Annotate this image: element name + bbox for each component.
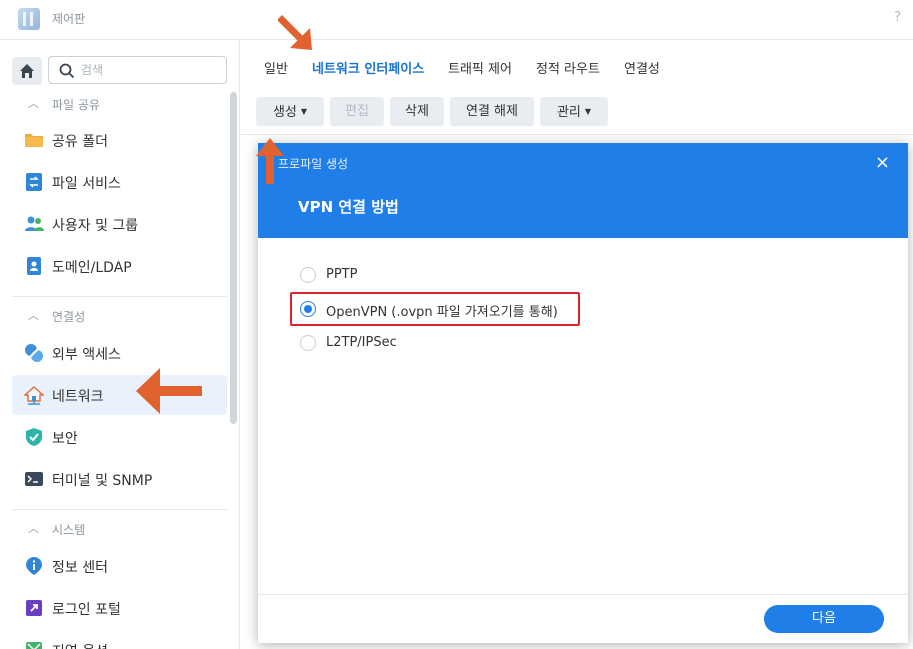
radio-option-pptp[interactable]: PPTP xyxy=(298,265,698,287)
tab-general[interactable]: 일반 xyxy=(264,58,288,77)
sidebar-item-label: 로그인 포털 xyxy=(52,602,121,618)
sidebar-item-label: 공유 폴더 xyxy=(52,134,108,150)
dialog-footer-divider xyxy=(258,594,908,595)
search-box[interactable] xyxy=(48,56,227,84)
folder-icon xyxy=(25,134,43,147)
sidebar-item-label: 터미널 및 SNMP xyxy=(52,473,153,489)
sidebar-item-file-services[interactable]: 파일 서비스 xyxy=(12,162,227,202)
annotation-highlight-box xyxy=(290,292,580,326)
annotation-arrow-down-right xyxy=(278,15,312,50)
group-label: 시스템 xyxy=(52,523,86,537)
table-header-line xyxy=(240,134,913,135)
manage-label: 관리 xyxy=(556,105,581,120)
sidebar-item-terminal-snmp[interactable]: 터미널 및 SNMP xyxy=(12,459,227,499)
sidebar-item-users-groups[interactable]: 사용자 및 그룹 xyxy=(12,204,227,244)
sidebar-item-label: 보안 xyxy=(52,431,78,447)
external-access-icon xyxy=(25,344,43,362)
sidebar-item-label: 정보 센터 xyxy=(52,560,108,576)
delete-button[interactable]: 삭제 xyxy=(390,97,444,126)
network-house-icon xyxy=(24,385,44,405)
sidebar-item-regional-options[interactable]: 지역 옵션 xyxy=(12,630,227,649)
radio-option-l2tp-ipsec[interactable]: L2TP/IPSec xyxy=(298,333,698,355)
radio-button[interactable] xyxy=(300,267,316,283)
window-title: 제어판 xyxy=(52,12,86,26)
delete-label: 삭제 xyxy=(405,104,429,119)
group-header-file-sharing[interactable]: ︿ 파일 공유 xyxy=(12,91,227,117)
group-label: 파일 공유 xyxy=(52,98,100,112)
next-button[interactable]: 다음 xyxy=(764,605,884,633)
sidebar: ︿ 파일 공유 공유 폴더 파일 서비스 사용자 및 그룹 도메인/LDAP ︿… xyxy=(0,40,240,649)
tab-bar: 일반 네트워크 인터페이스 트래픽 제어 정적 라우트 연결성 xyxy=(240,40,913,90)
home-icon xyxy=(20,64,34,78)
sidebar-divider xyxy=(12,296,227,297)
annotation-arrow-left xyxy=(136,368,202,414)
sidebar-item-label: 사용자 및 그룹 xyxy=(52,218,139,234)
chevron-up-icon: ︿ xyxy=(28,309,39,322)
sidebar-item-label: 파일 서비스 xyxy=(52,176,121,192)
domain-icon xyxy=(27,257,41,275)
search-icon xyxy=(59,63,75,79)
chevron-up-icon: ︿ xyxy=(28,97,39,110)
dialog-title: VPN 연결 방법 xyxy=(298,198,399,216)
radio-button[interactable] xyxy=(300,335,316,351)
radio-label: PPTP xyxy=(326,267,358,282)
sidebar-scrollbar[interactable] xyxy=(230,92,237,424)
home-button[interactable] xyxy=(12,57,42,85)
tab-connectivity[interactable]: 연결성 xyxy=(624,58,660,77)
sidebar-item-label: 외부 액세스 xyxy=(52,347,121,363)
annotation-arrow-up xyxy=(256,138,284,184)
regional-options-icon xyxy=(26,642,42,649)
group-header-connectivity[interactable]: ︿ 연결성 xyxy=(12,303,227,329)
dialog-header: 프로파일 생성 × VPN 연결 방법 xyxy=(258,143,908,238)
toolbar: 생성 ▼ 편집 삭제 연결 해제 관리 ▼ xyxy=(240,97,913,127)
edit-button[interactable]: 편집 xyxy=(330,97,384,126)
radio-label: L2TP/IPSec xyxy=(326,335,397,350)
sidebar-item-login-portal[interactable]: 로그인 포털 xyxy=(12,588,227,628)
sidebar-item-security[interactable]: 보안 xyxy=(12,417,227,457)
sidebar-divider xyxy=(12,509,227,510)
manage-dropdown-button[interactable]: 관리 ▼ xyxy=(540,97,608,126)
info-icon xyxy=(26,557,42,575)
sidebar-item-label: 네트워크 xyxy=(52,389,104,405)
group-label: 연결성 xyxy=(52,310,86,324)
create-dropdown-button[interactable]: 생성 ▼ xyxy=(256,97,324,126)
create-profile-dialog: 프로파일 생성 × VPN 연결 방법 PPTP OpenVPN (.ovpn … xyxy=(258,143,908,643)
sidebar-item-domain-ldap[interactable]: 도메인/LDAP xyxy=(12,246,227,286)
group-header-system[interactable]: ︿ 시스템 xyxy=(12,516,227,542)
disconnect-label: 연결 해제 xyxy=(466,104,518,119)
caret-down-icon: ▼ xyxy=(300,107,308,116)
title-bar: 제어판 ? xyxy=(0,0,913,40)
edit-label: 편집 xyxy=(345,104,369,119)
sidebar-item-shared-folder[interactable]: 공유 폴더 xyxy=(12,120,227,160)
caret-down-icon: ▼ xyxy=(584,107,592,116)
tab-network-interface[interactable]: 네트워크 인터페이스 xyxy=(312,58,424,77)
sidebar-item-info-center[interactable]: 정보 센터 xyxy=(12,546,227,586)
sidebar-item-label: 지역 옵션 xyxy=(52,641,108,649)
create-label: 생성 xyxy=(272,105,297,120)
sidebar-item-label: 도메인/LDAP xyxy=(52,260,132,276)
file-services-icon xyxy=(26,173,42,191)
control-panel-app-icon xyxy=(18,8,40,30)
tab-traffic-control[interactable]: 트래픽 제어 xyxy=(448,58,512,77)
disconnect-button[interactable]: 연결 해제 xyxy=(450,97,534,126)
search-input[interactable] xyxy=(81,61,221,79)
login-portal-icon xyxy=(26,600,42,616)
users-icon xyxy=(25,216,44,231)
tab-static-route[interactable]: 정적 라우트 xyxy=(536,58,600,77)
close-icon[interactable]: × xyxy=(875,152,890,173)
dialog-subtitle: 프로파일 생성 xyxy=(278,157,349,171)
shield-icon xyxy=(26,428,42,446)
terminal-icon xyxy=(25,472,43,486)
chevron-up-icon: ︿ xyxy=(28,522,39,535)
help-icon[interactable]: ? xyxy=(894,10,901,25)
